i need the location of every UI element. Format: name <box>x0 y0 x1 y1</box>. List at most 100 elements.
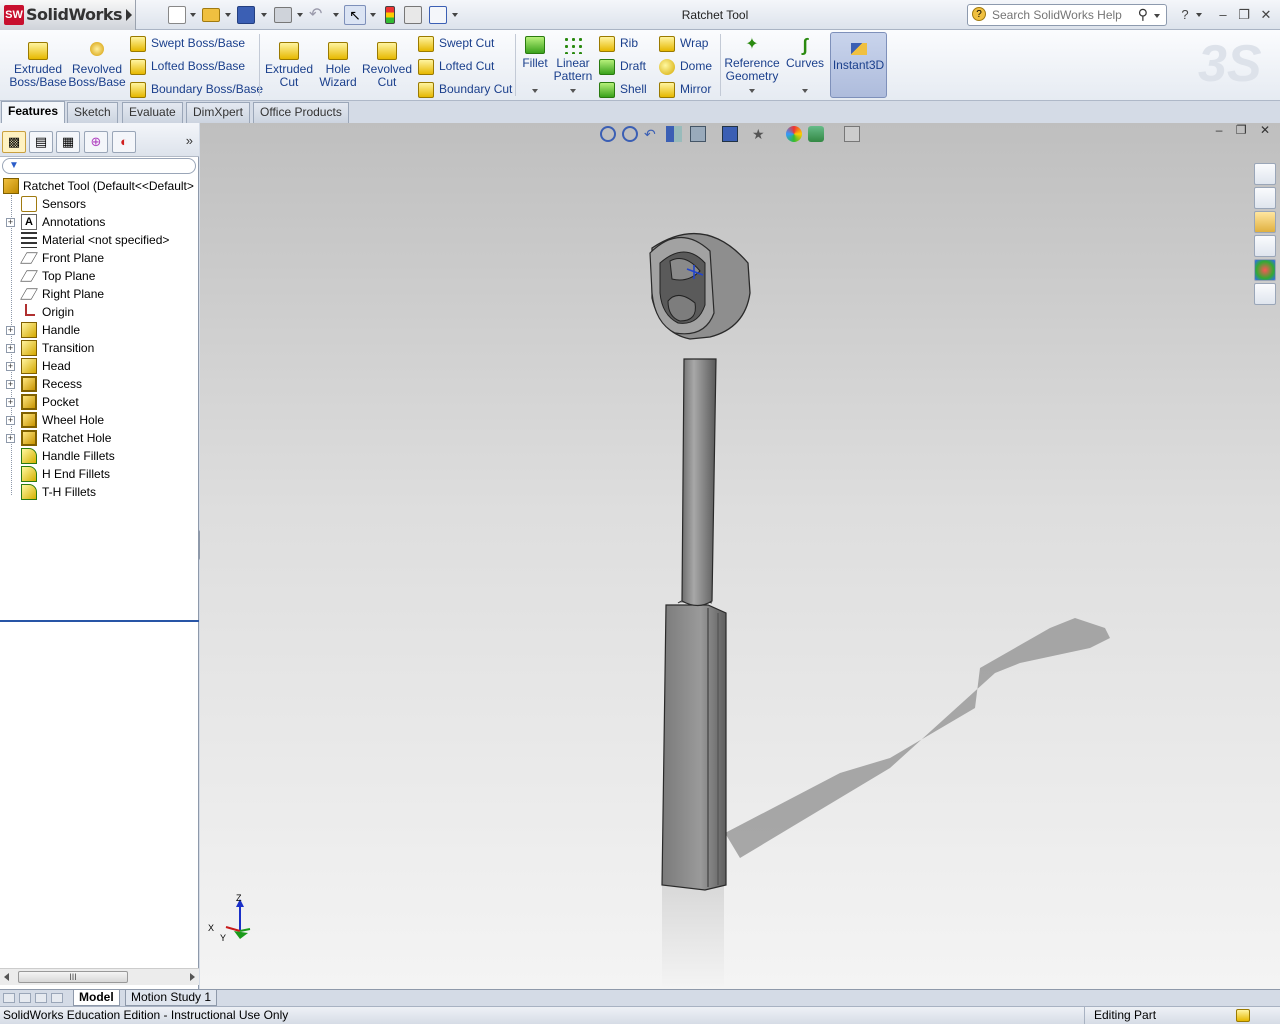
options-icon[interactable] <box>429 6 447 24</box>
design-library-icon[interactable] <box>1254 187 1276 209</box>
scroll-thumb[interactable]: III <box>18 971 128 983</box>
tree-item-handle[interactable]: + Handle <box>0 321 199 339</box>
undo-icon[interactable]: ↶ <box>309 6 327 24</box>
tree-item-sensors[interactable]: Sensors <box>0 195 199 213</box>
tree-item-ratchet-hole[interactable]: + Ratchet Hole <box>0 429 199 447</box>
tree-item-top-plane[interactable]: Top Plane <box>0 267 199 285</box>
tree-item-front-plane[interactable]: Front Plane <box>0 249 199 267</box>
solidworks-menu-button[interactable]: SW SolidWorks <box>0 0 136 30</box>
panel-horizontal-scrollbar[interactable]: III <box>0 968 199 985</box>
search-options-caret-icon[interactable] <box>1154 14 1160 18</box>
save-caret-icon[interactable] <box>261 13 267 17</box>
rib-button[interactable]: Rib <box>599 34 638 52</box>
tab-sketch[interactable]: Sketch <box>67 102 118 123</box>
appearances-icon[interactable] <box>1254 259 1276 281</box>
print-caret-icon[interactable] <box>297 13 303 17</box>
first-tab-arrow-icon[interactable] <box>3 993 15 1003</box>
expand-plus-icon[interactable]: + <box>6 344 15 353</box>
tree-item-wheel-hole[interactable]: + Wheel Hole <box>0 411 199 429</box>
restore-button[interactable]: ❐ <box>1235 6 1253 24</box>
tree-item-recess[interactable]: + Recess <box>0 375 199 393</box>
help-search-box[interactable]: ? ⚲ <box>967 4 1167 26</box>
shell-button[interactable]: Shell <box>599 80 647 98</box>
expand-panel-icon[interactable]: » <box>186 133 193 148</box>
minimize-button[interactable]: – <box>1214 6 1232 24</box>
model-3d-view[interactable]: Z X Y <box>200 123 1280 989</box>
open-caret-icon[interactable] <box>225 13 231 17</box>
tree-item-h-end-fillets[interactable]: H End Fillets <box>0 465 199 483</box>
tab-evaluate[interactable]: Evaluate <box>122 102 183 123</box>
tab-dimxpert[interactable]: DimXpert <box>186 102 251 123</box>
print-icon[interactable] <box>274 7 292 23</box>
graphics-area[interactable]: ↶ ★ – ❐ ✕ Z X Y <box>200 123 1280 989</box>
revolved-boss-button[interactable]: Revolved Boss/Base <box>68 42 126 89</box>
display-manager-tab-icon[interactable]: ◐ <box>112 131 136 153</box>
tree-filter-input[interactable]: ▼ <box>2 158 196 174</box>
tree-item-transition[interactable]: + Transition <box>0 339 199 357</box>
boundary-boss-button[interactable]: Boundary Boss/Base <box>130 80 263 98</box>
dimxpert-manager-tab-icon[interactable]: ⊕ <box>84 131 108 153</box>
prev-tab-arrow-icon[interactable] <box>19 993 31 1003</box>
expand-plus-icon[interactable]: + <box>6 434 15 443</box>
expand-plus-icon[interactable]: + <box>6 416 15 425</box>
scroll-right-arrow-icon[interactable] <box>190 973 195 981</box>
scroll-left-arrow-icon[interactable] <box>4 973 9 981</box>
draft-button[interactable]: Draft <box>599 57 646 75</box>
tree-item-t-h-fillets[interactable]: T-H Fillets <box>0 483 199 501</box>
expand-plus-icon[interactable]: + <box>6 362 15 371</box>
new-document-caret-icon[interactable] <box>190 13 196 17</box>
curves-button[interactable]: ∫ Curves <box>784 36 826 70</box>
linear-pattern-button[interactable]: Linear Pattern <box>552 36 594 83</box>
linear-pattern-dropdown-icon[interactable] <box>570 89 576 93</box>
lofted-boss-button[interactable]: Lofted Boss/Base <box>130 57 245 75</box>
rebuild-icon[interactable] <box>385 6 395 24</box>
close-button[interactable]: ✕ <box>1257 6 1275 24</box>
last-tab-arrow-icon[interactable] <box>51 993 63 1003</box>
expand-plus-icon[interactable]: + <box>6 326 15 335</box>
custom-properties-icon[interactable] <box>1254 283 1276 305</box>
extruded-cut-button[interactable]: Extruded Cut <box>262 42 316 89</box>
curves-dropdown-icon[interactable] <box>802 89 808 93</box>
help-caret-icon[interactable] <box>1196 13 1202 17</box>
revolved-cut-button[interactable]: Revolved Cut <box>360 42 414 89</box>
rebuild-status-icon[interactable] <box>1236 1009 1250 1022</box>
swept-boss-button[interactable]: Swept Boss/Base <box>130 34 245 52</box>
extruded-boss-button[interactable]: Extruded Boss/Base <box>8 42 68 89</box>
search-magnifier-icon[interactable]: ⚲ <box>1138 6 1148 23</box>
tree-item-head[interactable]: + Head <box>0 357 199 375</box>
tab-office-products[interactable]: Office Products <box>253 102 349 123</box>
fillet-dropdown-icon[interactable] <box>532 89 538 93</box>
view-palette-icon[interactable] <box>1254 235 1276 257</box>
property-manager-tab-icon[interactable]: ▤ <box>29 131 53 153</box>
boundary-cut-button[interactable]: Boundary Cut <box>418 80 512 98</box>
menu-flyout-arrow-icon[interactable] <box>126 9 132 21</box>
file-properties-icon[interactable] <box>404 6 422 24</box>
save-icon[interactable] <box>237 6 255 24</box>
configuration-manager-tab-icon[interactable]: ▦ <box>56 131 80 153</box>
select-caret-icon[interactable] <box>370 13 376 17</box>
next-tab-arrow-icon[interactable] <box>35 993 47 1003</box>
feature-manager-tab-icon[interactable]: ▩ <box>2 131 26 153</box>
dome-button[interactable]: Dome <box>659 57 712 75</box>
select-pointer-icon[interactable]: ↖ <box>344 5 366 25</box>
reference-geometry-dropdown-icon[interactable] <box>749 89 755 93</box>
tree-item-pocket[interactable]: + Pocket <box>0 393 199 411</box>
expand-plus-icon[interactable]: + <box>6 398 15 407</box>
tree-item-handle-fillets[interactable]: Handle Fillets <box>0 447 199 465</box>
rollback-bar[interactable] <box>0 620 199 622</box>
mirror-button[interactable]: Mirror <box>659 80 711 98</box>
tree-item-annotations[interactable]: + A Annotations <box>0 213 199 231</box>
wrap-button[interactable]: Wrap <box>659 34 708 52</box>
hole-wizard-button[interactable]: Hole Wizard <box>316 42 360 89</box>
solidworks-resources-icon[interactable] <box>1254 163 1276 185</box>
help-button[interactable]: ? <box>1176 6 1194 24</box>
reference-geometry-button[interactable]: ✦ Reference Geometry <box>724 36 780 83</box>
instant3d-toggle[interactable]: Instant3D <box>830 32 887 98</box>
tree-item-material-not-specified[interactable]: Material <not specified> <box>0 231 199 249</box>
tree-item-right-plane[interactable]: Right Plane <box>0 285 199 303</box>
search-input[interactable] <box>990 7 1140 23</box>
lofted-cut-button[interactable]: Lofted Cut <box>418 57 494 75</box>
expand-plus-icon[interactable]: + <box>6 380 15 389</box>
tree-item-origin[interactable]: Origin <box>0 303 199 321</box>
expand-plus-icon[interactable]: + <box>6 218 15 227</box>
